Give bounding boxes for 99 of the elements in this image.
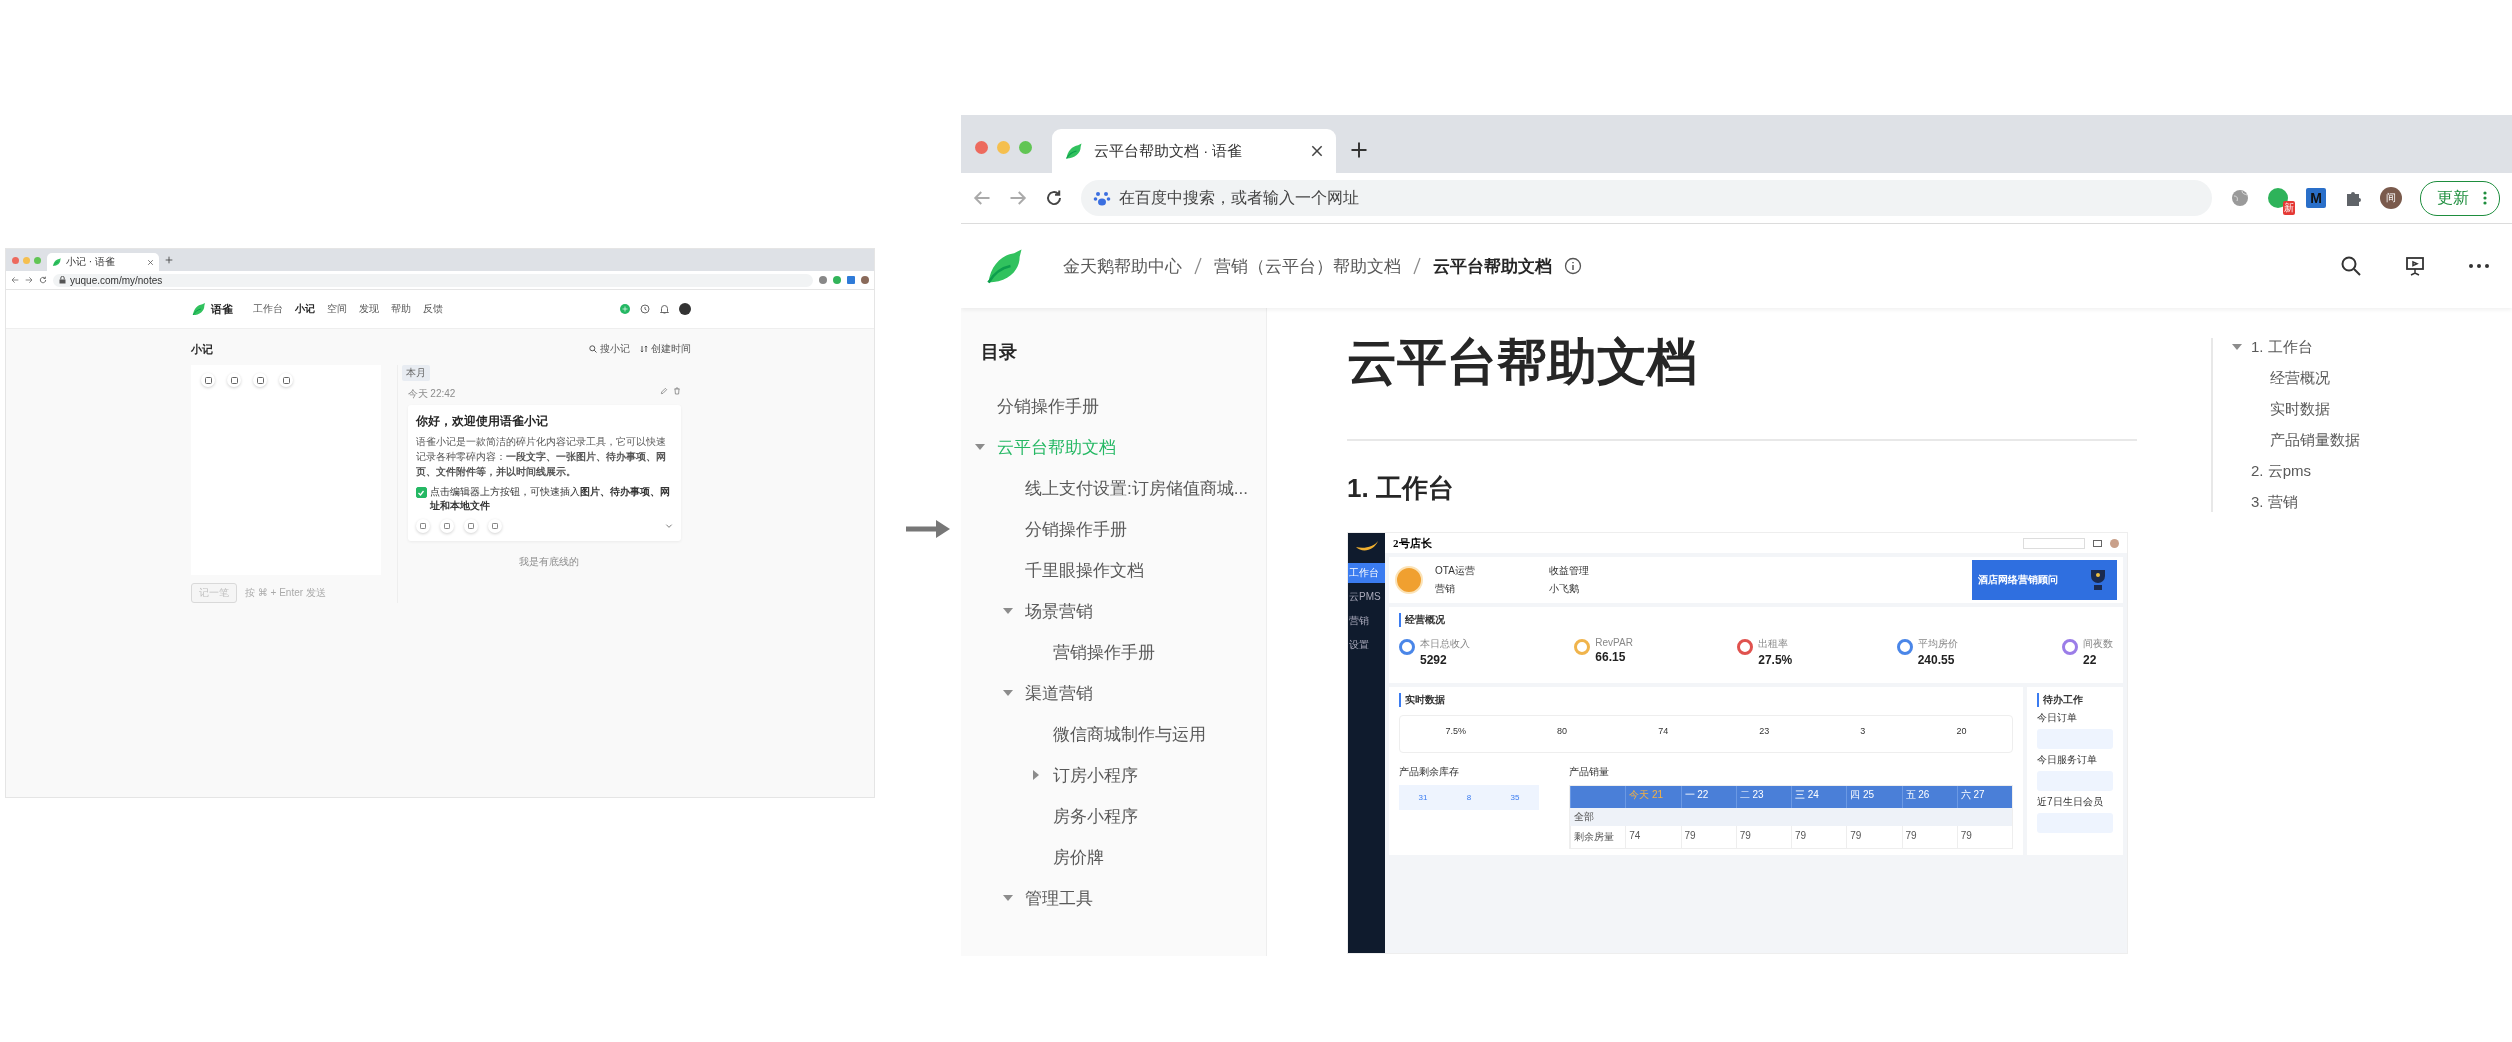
search-link[interactable]: 搜小记 (589, 342, 630, 356)
table-cell: 79 (1791, 826, 1847, 848)
tree-item[interactable]: 订房小程序 (961, 755, 1266, 796)
table-cell: 剩余房量 (1570, 826, 1626, 848)
browser-tab[interactable]: 小记 · 语雀 (47, 253, 159, 271)
metric-label: 出租率 (1758, 637, 1790, 651)
section-label: 近7日生日会员 (2037, 795, 2104, 809)
nav-item[interactable]: 云PMS (1348, 587, 1385, 607)
table-cell: 79 (1846, 826, 1902, 848)
table-cell: 74 (1625, 826, 1681, 848)
browser-tab[interactable]: 云平台帮助文档 · 语雀 (1052, 129, 1336, 173)
sort-link[interactable]: 创建时间 (640, 342, 691, 356)
tab-title: 云平台帮助文档 · 语雀 (1094, 141, 1243, 161)
update-button[interactable]: 更新 (2420, 180, 2500, 216)
section-label: 产品剩余库存 (1399, 765, 1460, 779)
toc-title: 目录 (980, 341, 1018, 364)
notice-link[interactable]: 营销 (1435, 582, 1545, 596)
card-title: 待办工作 (2037, 693, 2113, 707)
new-badge: 新 (2283, 201, 2295, 215)
group-row: 全部 (1570, 808, 2012, 826)
tree-item[interactable]: 场景营销 (961, 591, 1266, 632)
banner-title: 酒店网络营销顾问 (1978, 573, 2058, 587)
stat-value: 20 (1956, 726, 1967, 736)
stat-value: 35 (1510, 793, 1520, 802)
outline-link[interactable]: 1. 工作台 (2251, 338, 2360, 357)
table-cell: 79 (1735, 826, 1791, 848)
metric-value: 240.55 (1917, 653, 1956, 667)
table-cell: 79 (1680, 826, 1736, 848)
address-field[interactable]: 在百度中搜索，或者输入一个网址 (1081, 180, 2212, 216)
metric-value: 27.5% (1758, 653, 1793, 667)
notice-link[interactable]: 收益管理 (1549, 564, 1659, 578)
stat-value: 74 (1658, 726, 1669, 736)
notice-link[interactable]: OTA运营 (1435, 564, 1545, 578)
card-title: 经营概况 (1399, 613, 2113, 627)
tree-item[interactable]: 线上支付设置:订房储值商城... (961, 468, 1266, 509)
outline-link[interactable]: 产品销量数据 (2251, 431, 2360, 450)
address-field[interactable]: yuque.com/my/notes (53, 273, 813, 287)
table-cell: 79 (1901, 826, 1957, 848)
breadcrumb-link[interactable]: 云平台帮助文档 (1433, 254, 1552, 278)
note-text: 语雀小记是一款简洁的碎片化内容记录工具，它可以快速记录各种零碎内容：一段文字、一张图片、待办事项、网页、文件附件等，并以时间线展示。 (415, 435, 667, 479)
stat-value: 31 (1418, 793, 1428, 802)
nav-link[interactable]: 帮助 (391, 302, 411, 316)
nav-link[interactable]: 工作台 (253, 302, 283, 316)
nav-link[interactable]: 空间 (327, 302, 347, 316)
outline-link[interactable]: 实时数据 (2251, 400, 2360, 419)
promo-banner[interactable]: 酒店网络营销顾问 (1972, 560, 2117, 600)
nav-link[interactable]: 小记 (295, 302, 315, 316)
outline-link[interactable]: 经营概况 (2251, 369, 2360, 388)
metric-label: RevPAR (1595, 637, 1633, 648)
profile-avatar[interactable]: 间 (2380, 187, 2402, 209)
tree-item[interactable]: 千里眼操作文档 (961, 550, 1266, 591)
nav-item[interactable]: 营销 (1348, 611, 1385, 631)
table-cell: 79 (1956, 826, 2012, 848)
note-time: 今天 22:42 (407, 387, 456, 401)
section-heading: 1. 工作台 (1347, 472, 1455, 505)
tree-item[interactable]: 微信商城制作与运用 (961, 714, 1266, 755)
section-label: 今日服务订单 (2037, 753, 2098, 767)
brand-name: 2号店长 (1393, 535, 1432, 551)
address-placeholder: 在百度中搜索，或者输入一个网址 (1119, 187, 1359, 208)
tree-item[interactable]: 房务小程序 (961, 796, 1266, 837)
stat-value: 8 (1466, 793, 1472, 802)
stat-value: 80 (1557, 726, 1568, 736)
end-of-list-text: 我是有底线的 (519, 555, 580, 569)
outline-link[interactable]: 2. 云pms (2251, 462, 2360, 481)
outline-link[interactable]: 3. 营销 (2251, 493, 2360, 512)
metric-value: 66.15 (1595, 650, 1627, 664)
logo-text: 语雀 (211, 301, 233, 317)
stat-value: 3 (1860, 726, 1866, 736)
nav-item[interactable]: 工作台 (1348, 563, 1385, 583)
extension-icon[interactable]: M (2306, 188, 2326, 208)
document-title: 云平台帮助文档 (1347, 333, 1698, 392)
checklist-text: 点击编辑器上方按钮，可快速插入图片、待办事项、网址和本地文件 (429, 485, 671, 513)
section-label: 产品销量 (1569, 765, 1610, 779)
metric-value: 5292 (1420, 653, 1448, 667)
shortcut-hint: 按 ⌘ + Enter 发送 (245, 586, 326, 600)
tree-item[interactable]: 分销操作手册 (961, 509, 1266, 550)
page-title: 小记 (191, 341, 213, 357)
notice-link[interactable]: 小飞鹅 (1549, 582, 1659, 596)
note-title: 你好，欢迎使用语雀小记 (415, 413, 549, 430)
metric-label: 间夜数 (2082, 637, 2113, 651)
stat-value: 7.5% (1445, 726, 1467, 736)
tree-item[interactable]: 渠道营销 (961, 673, 1266, 714)
nav-link[interactable]: 反馈 (423, 302, 443, 316)
tree-item[interactable]: 管理工具 (961, 878, 1266, 919)
tree-item[interactable]: 营销操作手册 (961, 632, 1266, 673)
tree-item[interactable]: 房价牌 (961, 837, 1266, 878)
metric-label: 平均房价 (1917, 637, 1958, 651)
nav-item[interactable]: 设置 (1348, 635, 1385, 655)
stat-value: 23 (1759, 726, 1770, 736)
tree-item[interactable]: 分销操作手册 (961, 386, 1266, 427)
section-label: 今日订单 (2037, 711, 2078, 725)
month-tag: 本月 (401, 365, 430, 381)
metric-value: 22 (2082, 653, 2098, 667)
breadcrumb-link[interactable]: 金天鹅帮助中心 (1063, 254, 1182, 278)
card-title: 实时数据 (1399, 693, 2013, 707)
metric-label: 本日总收入 (1420, 637, 1470, 651)
tab-title: 小记 · 语雀 (66, 255, 115, 269)
nav-link[interactable]: 发现 (359, 302, 379, 316)
breadcrumb-link[interactable]: 营销（云平台）帮助文档 (1214, 254, 1401, 278)
